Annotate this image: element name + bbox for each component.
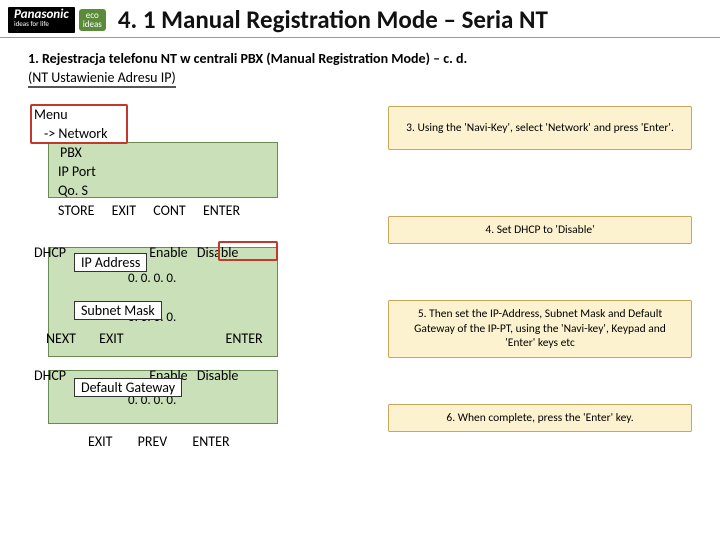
- gateway-block: Default Gateway DHCP Enable Disable 0. 0…: [28, 366, 348, 411]
- exit-button-label: EXIT: [112, 202, 136, 219]
- slide-title: 4. 1 Manual Registration Mode – Seria NT: [118, 4, 712, 35]
- dhcp-ip-block: IP Address Subnet Mask DHCP Enable Disab…: [28, 243, 348, 349]
- enable-label: Enable: [149, 244, 187, 261]
- callout-6: 6. When complete, press the 'Enter' key.: [388, 404, 692, 432]
- enter2-button-label: ENTER: [226, 330, 263, 347]
- store-button-label: STORE: [58, 202, 94, 219]
- dhcp-label: DHCP: [34, 244, 66, 261]
- subnet-mask-label: Subnet Mask: [74, 301, 162, 320]
- menu-line-qos: Qo. S: [58, 182, 348, 201]
- exit2-button-label: EXIT: [99, 329, 159, 349]
- callout-4-text: 4. Set DHCP to 'Disable': [485, 223, 594, 237]
- block2-button-row: NEXT EXIT ENTER: [46, 329, 348, 349]
- prev-button-label: PREV: [138, 433, 168, 450]
- callout-5-text: 5. Then set the IP-Address, Subnet Mask …: [414, 307, 666, 350]
- red-highlight-network: [30, 104, 128, 144]
- menu-button-row: STORE EXIT CONT ENTER: [58, 202, 348, 219]
- enter3-button-label: ENTER: [192, 433, 229, 450]
- menu-block: Menu -> Network PBX IP Port Qo. S STORE …: [28, 106, 348, 219]
- logo-block: Panasonic ideas for life eco ideas: [8, 7, 106, 33]
- dhcp2-label: DHCP: [34, 367, 66, 384]
- cont-button-label: CONT: [153, 202, 185, 219]
- right-column: 3. Using the 'Navi-Key', select 'Network…: [348, 106, 692, 450]
- main-layout: Menu -> Network PBX IP Port Qo. S STORE …: [28, 106, 692, 450]
- eco-text-2: ideas: [83, 20, 102, 29]
- slide-header: Panasonic ideas for life eco ideas 4. 1 …: [0, 0, 720, 38]
- ip-address-label: IP Address: [74, 253, 147, 272]
- step-heading: 1. Rejestracja telefonu NT w centrali PB…: [28, 50, 692, 67]
- callout-6-text: 6. When complete, press the 'Enter' key.: [446, 411, 633, 425]
- ip-address-value: 0. 0. 0. 0.: [128, 270, 348, 289]
- default-gateway-label: Default Gateway: [74, 378, 182, 397]
- menu-line-ipport: IP Port: [58, 163, 348, 182]
- exit3-button-label: EXIT: [88, 433, 112, 450]
- callout-3-text: 3. Using the 'Navi-Key', select 'Network…: [406, 121, 674, 135]
- red-highlight-disable: [218, 241, 278, 261]
- callout-5: 5. Then set the IP-Address, Subnet Mask …: [388, 300, 692, 357]
- callout-3: 3. Using the 'Navi-Key', select 'Network…: [388, 106, 692, 150]
- callout-4: 4. Set DHCP to 'Disable': [388, 216, 692, 244]
- content-area: 1. Rejestracja telefonu NT w centrali PB…: [0, 38, 720, 450]
- eco-ideas-badge: eco ideas: [79, 9, 106, 31]
- disable2-label: Disable: [197, 367, 239, 384]
- final-button-row: EXIT PREV ENTER: [88, 433, 348, 450]
- left-column: Menu -> Network PBX IP Port Qo. S STORE …: [28, 106, 348, 450]
- panasonic-logo: Panasonic ideas for life: [8, 7, 75, 33]
- enter-button-label: ENTER: [203, 202, 240, 219]
- next-button-label: NEXT: [46, 329, 96, 349]
- step-subtitle: (NT Ustawienie Adresu IP): [28, 69, 176, 88]
- menu-line-pbx: PBX: [60, 144, 348, 163]
